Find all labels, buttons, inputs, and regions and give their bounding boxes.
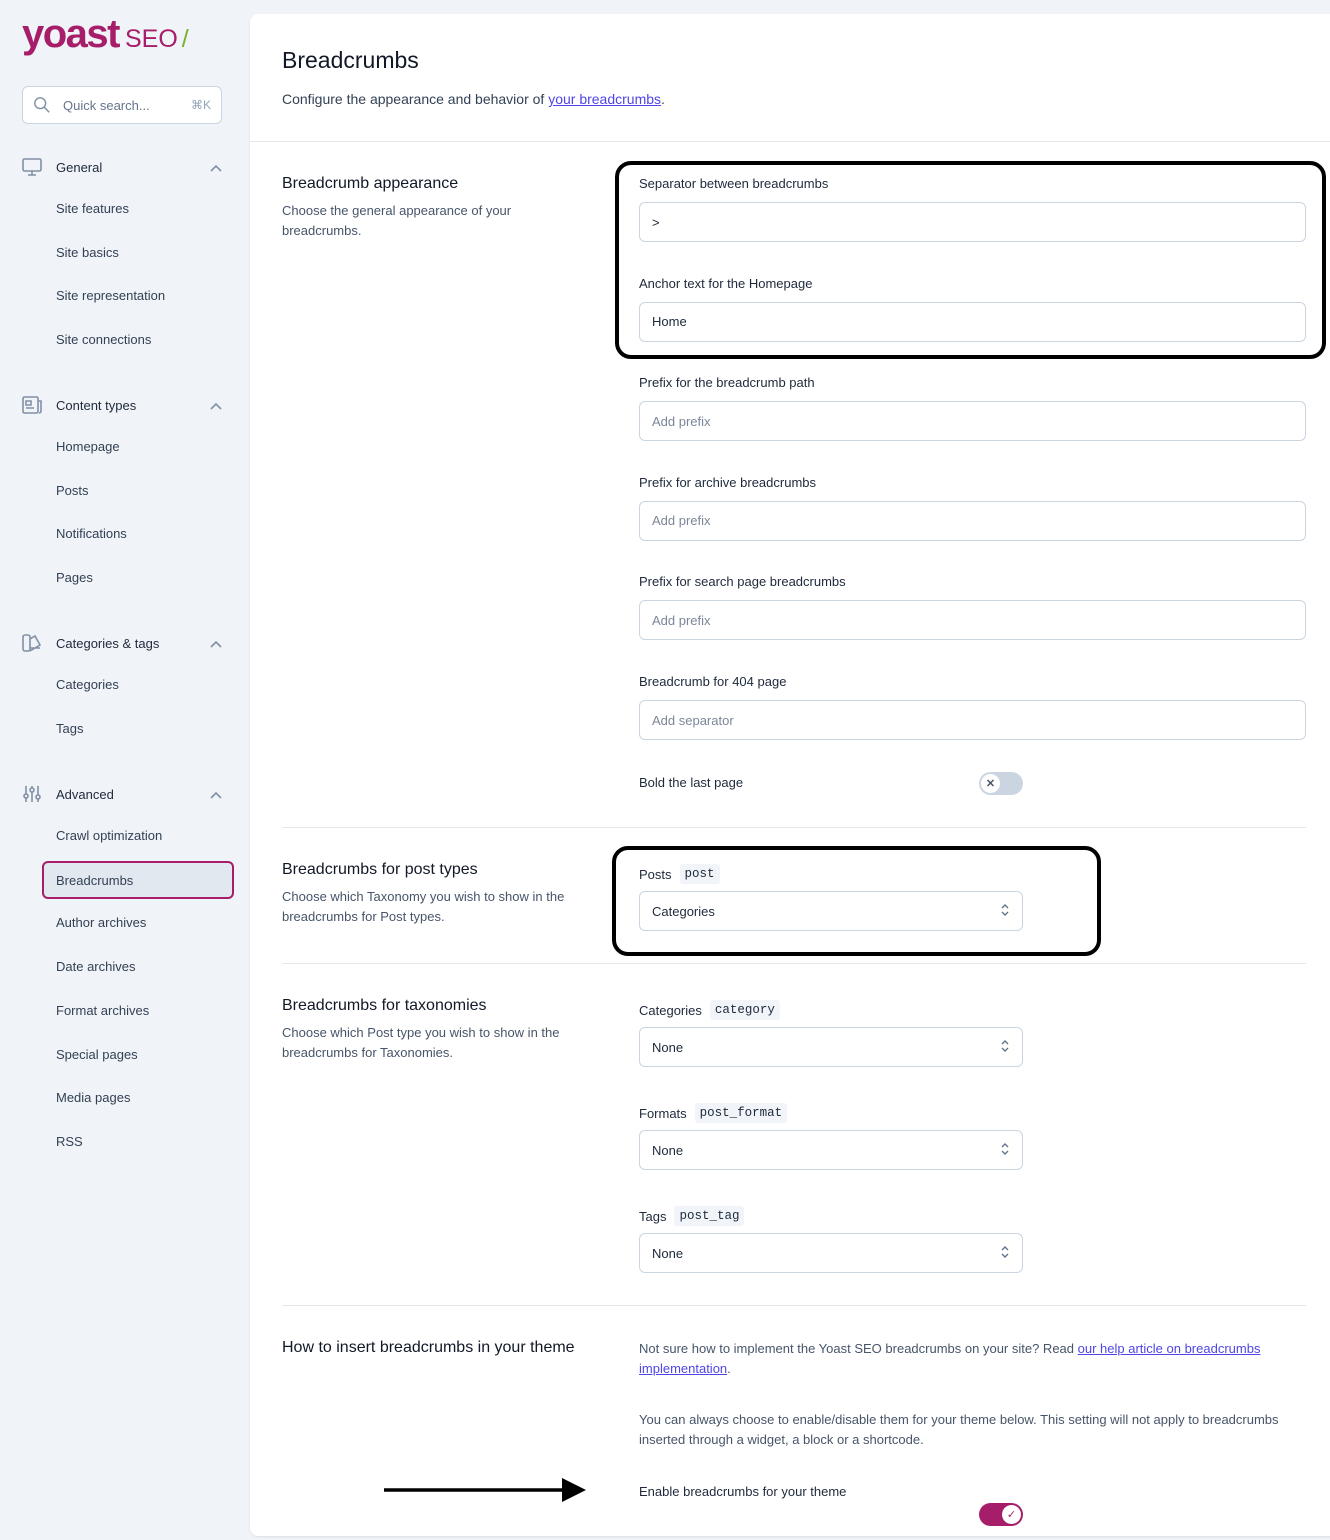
sidebar-group-categories-tags[interactable]: Categories & tags [22, 634, 222, 652]
section-description: Choose the general appearance of your br… [282, 203, 512, 238]
sidebar-item-posts[interactable]: Posts [56, 483, 89, 498]
annotation-box-post-types [612, 846, 1101, 956]
bold-last-page-label: Bold the last page [639, 775, 744, 790]
breadcrumb-for-404-page-input[interactable]: Add separator [639, 700, 1306, 740]
input-value: Add separator [652, 712, 734, 728]
search-placeholder: Quick search... [63, 97, 150, 113]
label-text: Categories [639, 1002, 702, 1018]
annotation-box-appearance [615, 161, 1326, 359]
help-text-start: Not sure how to implement the Yoast SEO … [639, 1341, 1078, 1356]
sidebar-item-site-features[interactable]: Site features [56, 201, 129, 216]
formats-select[interactable]: None [639, 1130, 1023, 1170]
sidebar-item-special-pages[interactable]: Special pages [56, 1047, 138, 1062]
code-badge: category [709, 1000, 780, 1020]
description-end: . [661, 91, 665, 107]
help-text: Not sure how to implement the Yoast SEO … [639, 1339, 1306, 1379]
sidebar-group-label: Categories & tags [56, 635, 160, 651]
sidebar-group-general[interactable]: General [22, 158, 222, 176]
sidebar-item-author-archives[interactable]: Author archives [56, 915, 146, 930]
chevron-up-icon [210, 787, 222, 802]
sidebar-item-crawl-optimization[interactable]: Crawl optimization [56, 828, 162, 843]
select-value: None [652, 1245, 684, 1261]
breadcrumbs-link[interactable]: your breadcrumbs [548, 91, 661, 107]
sidebar-item-breadcrumbs[interactable]: Breadcrumbs [42, 861, 234, 899]
code-badge: post_tag [674, 1206, 745, 1226]
input-value: Add prefix [652, 513, 711, 529]
tag-color-icon [22, 634, 42, 652]
sidebar-item-site-connections[interactable]: Site connections [56, 332, 151, 347]
monitor-icon [22, 158, 42, 176]
check-icon: ✓ [1002, 1505, 1021, 1524]
field-label: Prefix for search page breadcrumbs [639, 574, 846, 590]
sidebar-group-content-types[interactable]: Content types [22, 396, 222, 414]
newspaper-icon [22, 396, 42, 414]
section-divider [250, 141, 1330, 142]
chevron-up-down-icon [1000, 1038, 1010, 1057]
search-icon [34, 97, 50, 113]
prefix-for-search-page-breadcrumbs-input[interactable]: Add prefix [639, 600, 1306, 641]
tags-select[interactable]: None [639, 1233, 1023, 1273]
section-description: Choose which Taxonomy you wish to show i… [282, 889, 565, 924]
field-label: Tags post_tag [639, 1206, 745, 1226]
categories-select[interactable]: None [639, 1027, 1023, 1067]
sidebar-item-media-pages[interactable]: Media pages [56, 1090, 130, 1105]
prefix-for-the-breadcrumb-path-input[interactable]: Add prefix [639, 401, 1306, 442]
label-text: Tags [639, 1208, 667, 1224]
page-description: Configure the appearance and behavior of… [282, 91, 665, 107]
field-label: Breadcrumb for 404 page [639, 674, 787, 689]
sidebar-item-date-archives[interactable]: Date archives [56, 959, 135, 974]
select-value: None [652, 1039, 684, 1055]
sidebar-group-advanced[interactable]: Advanced [22, 785, 222, 803]
sidebar-item-site-representation[interactable]: Site representation [56, 288, 165, 303]
yoast-seo-logo[interactable]: yoast SEO / [22, 12, 189, 57]
code-badge: post_format [694, 1103, 788, 1123]
sidebar-group-label: Advanced [56, 786, 114, 802]
chevron-up-icon [210, 636, 222, 651]
x-icon: ✕ [981, 774, 1000, 793]
section-title: Breadcrumb appearance [282, 175, 459, 192]
field-label: Categories category [639, 1000, 780, 1020]
annotation-arrow-icon [384, 1478, 586, 1502]
section-title: Breadcrumbs for taxonomies [282, 997, 487, 1014]
select-value: None [652, 1142, 684, 1158]
theme-setting-note: You can always choose to enable/disable … [639, 1412, 1279, 1447]
page-title: Breadcrumbs [282, 47, 419, 73]
chevron-up-down-icon [1000, 1141, 1010, 1160]
sidebar-item-tags[interactable]: Tags [56, 721, 83, 736]
sidebar-group-label: Content types [56, 397, 137, 413]
section-divider [282, 963, 1306, 964]
enable-breadcrumbs-toggle[interactable]: ✓ [979, 1503, 1023, 1526]
prefix-for-archive-breadcrumbs-input[interactable]: Add prefix [639, 500, 1306, 541]
quick-search-input[interactable]: Quick search... ⌘K [22, 86, 222, 124]
sidebar-item-rss[interactable]: RSS [56, 1134, 83, 1149]
chevron-up-icon [210, 160, 222, 175]
sidebar-item-homepage[interactable]: Homepage [56, 439, 120, 454]
sidebar-group-label: General [56, 159, 103, 175]
chevron-up-down-icon [1000, 1244, 1010, 1263]
sidebar-item-categories[interactable]: Categories [56, 677, 119, 692]
sidebar-item-pages[interactable]: Pages [56, 570, 93, 585]
search-shortcut: ⌘K [190, 98, 211, 112]
sidebar-item-notifications[interactable]: Notifications [56, 526, 127, 541]
field-label: Prefix for the breadcrumb path [639, 375, 815, 391]
section-divider [282, 1305, 1306, 1306]
field-label: Formats post_format [639, 1103, 788, 1123]
section-divider [282, 827, 1306, 828]
sidebar-item-site-basics[interactable]: Site basics [56, 245, 119, 260]
chevron-up-icon [210, 398, 222, 413]
section-title: How to insert breadcrumbs in your theme [282, 1339, 575, 1356]
enable-breadcrumbs-label: Enable breadcrumbs for your theme [639, 1484, 847, 1499]
help-text-end: . [727, 1361, 731, 1376]
description-text: Configure the appearance and behavior of [282, 91, 549, 107]
label-text: Formats [639, 1105, 687, 1121]
input-value: Add prefix [652, 413, 711, 429]
input-value: Add prefix [652, 612, 711, 628]
section-description: Choose which Post type you wish to show … [282, 1025, 560, 1060]
field-label: Prefix for archive breadcrumbs [639, 474, 817, 490]
section-title: Breadcrumbs for post types [282, 861, 478, 878]
adjustments-icon [22, 785, 42, 803]
sidebar-item-format-archives[interactable]: Format archives [56, 1003, 149, 1018]
bold-last-page-toggle[interactable]: ✕ [979, 772, 1023, 795]
